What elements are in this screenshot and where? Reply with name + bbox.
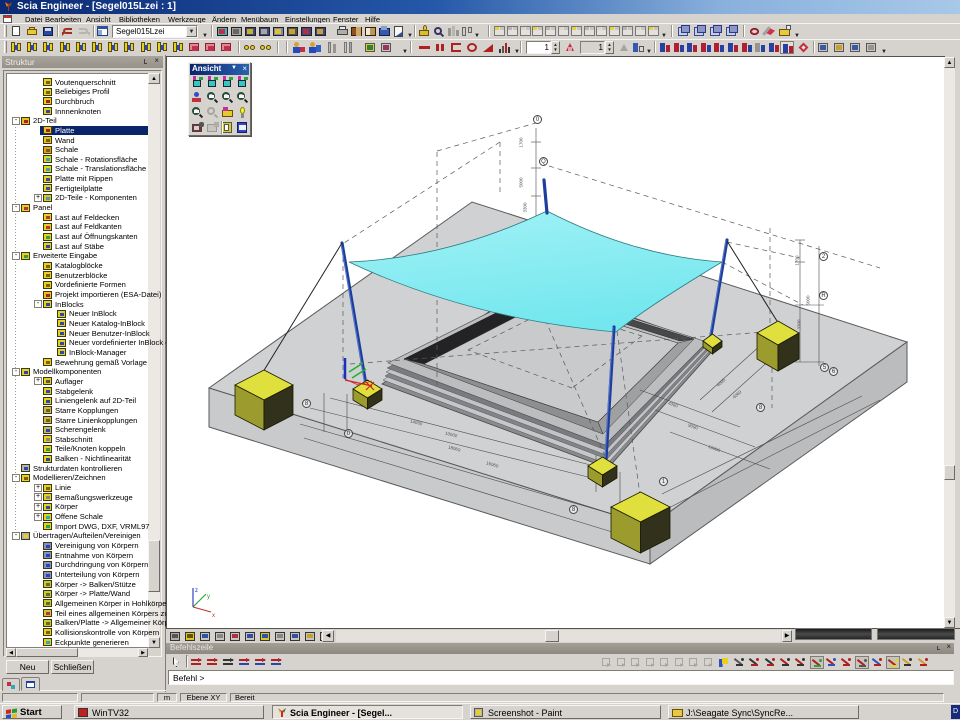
svg-text:x: x bbox=[212, 613, 215, 619]
svg-text:z: z bbox=[195, 588, 198, 594]
svg-text:y: y bbox=[207, 594, 210, 600]
